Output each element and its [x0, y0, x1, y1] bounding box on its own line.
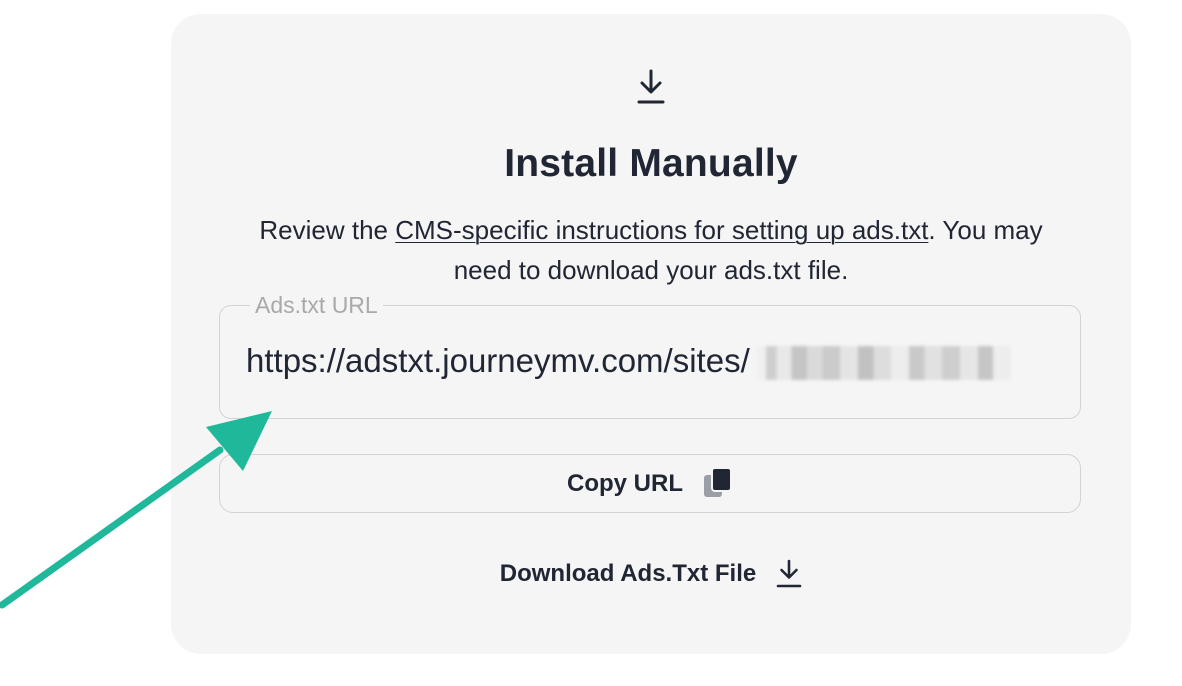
card-title: Install Manually: [504, 142, 798, 185]
download-icon: [637, 69, 665, 104]
url-field-value[interactable]: https://adstxt.journeymv.com/sites/: [246, 339, 1061, 383]
download-ads-txt-label: Download Ads.Txt File: [499, 560, 757, 587]
description-text-before: Review the: [259, 215, 396, 245]
redacted-url-segment: [755, 346, 1011, 381]
copy-url-label: Copy URL: [567, 469, 683, 497]
download-ads-txt-link[interactable]: Download Ads.Txt File: [171, 559, 1131, 589]
copy-url-button[interactable]: Copy URL: [219, 454, 1081, 513]
download-icon: [776, 559, 802, 588]
install-manually-card: Install Manually Review the CMS-specific…: [171, 14, 1131, 654]
annotation-arrow-icon: [0, 411, 272, 609]
page: Install Manually Review the CMS-specific…: [0, 0, 1182, 686]
card-description: Review the CMS-specific instructions for…: [231, 210, 1071, 290]
copy-icon: [704, 466, 732, 497]
ads-txt-url-field[interactable]: Ads.txt URL https://adstxt.journeymv.com…: [219, 290, 1081, 419]
url-field-label: Ads.txt URL: [250, 290, 383, 320]
cms-instructions-link[interactable]: CMS-specific instructions for setting up…: [395, 215, 928, 245]
url-text: https://adstxt.journeymv.com/sites/: [246, 342, 750, 379]
